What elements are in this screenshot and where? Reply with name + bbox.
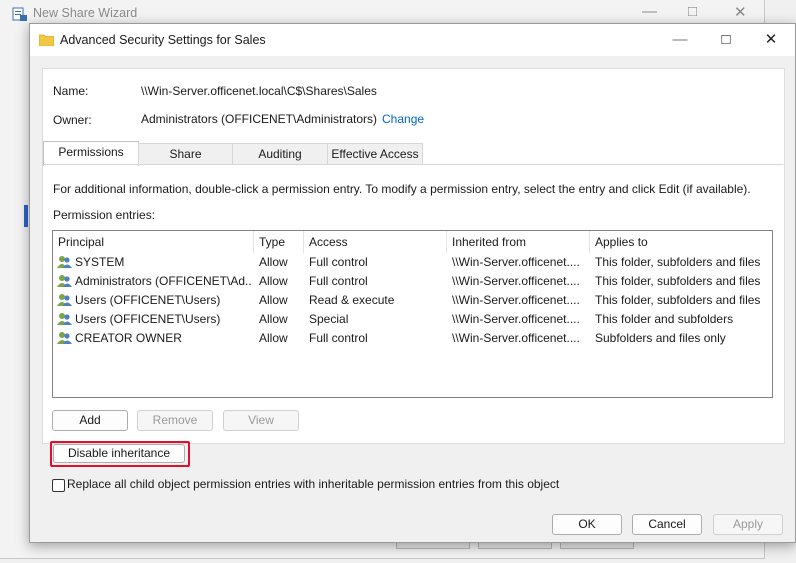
column-header-principal[interactable]: Principal [58,235,104,249]
tab-auditing[interactable]: Auditing [232,143,328,165]
cell-inherited: \\Win-Server.officenet.... [452,331,580,345]
advanced-security-dialog: Advanced Security Settings for Sales — □… [29,23,796,543]
folder-icon [39,34,54,46]
add-button[interactable]: Add [52,410,128,431]
table-row[interactable]: Administrators (OFFICENET\Ad... Allow Full… [53,272,772,291]
minimize-icon[interactable]: — [668,28,692,52]
background-window-title: New Share Wizard [33,6,138,20]
cell-type: Allow [259,274,288,288]
cell-type: Allow [259,312,288,326]
column-separator[interactable] [253,231,254,253]
column-separator[interactable] [446,231,447,253]
name-label: Name: [53,84,89,98]
cell-inherited: \\Win-Server.officenet.... [452,274,580,288]
permission-entries-label: Permission entries: [53,208,156,222]
table-row[interactable]: CREATOR OWNER Allow Full control \\Win-Serv… [53,329,772,348]
minimize-icon[interactable]: — [642,3,657,20]
change-owner-link[interactable]: Change [382,112,424,126]
tab-effective-access[interactable]: Effective Access [327,143,423,165]
cell-type: Allow [259,255,288,269]
column-header-type[interactable]: Type [259,235,285,249]
cell-inherited: \\Win-Server.officenet.... [452,293,580,307]
name-value: \\Win-Server.officenet.local\C$\Shares\S… [141,84,377,98]
cell-type: Allow [259,331,288,345]
maximize-icon[interactable]: □ [688,3,697,20]
cell-applies: This folder, subfolders and files [595,293,761,307]
column-header-access[interactable]: Access [309,235,348,249]
cell-access: Full control [309,274,368,288]
replace-child-permissions-checkbox[interactable] [52,479,65,492]
cell-principal: Users (OFFICENET\Users) [75,312,221,326]
cell-principal: SYSTEM [75,255,125,269]
user-group-icon [57,274,72,288]
cell-access: Full control [309,331,368,345]
column-separator[interactable] [303,231,304,253]
apply-button[interactable]: Apply [713,514,783,535]
view-button[interactable]: View [223,410,299,431]
cell-principal: CREATOR OWNER [75,331,182,345]
remove-button[interactable]: Remove [137,410,213,431]
wizard-icon [12,7,27,21]
cell-principal: Users (OFFICENET\Users) [75,293,221,307]
cancel-button[interactable]: Cancel [632,514,702,535]
owner-label: Owner: [53,113,92,127]
disable-inheritance-button[interactable]: Disable inheritance [53,444,185,463]
column-header-applies-to[interactable]: Applies to [595,235,648,249]
tab-divider [42,164,783,165]
owner-value: Administrators (OFFICENET\Administrators… [141,112,378,126]
cell-principal: Administrators (OFFICENET\Ad... [75,274,251,288]
cell-access: Full control [309,255,368,269]
cell-applies: Subfolders and files only [595,331,726,345]
cell-type: Allow [259,293,288,307]
user-group-icon [57,293,72,307]
info-text: For additional information, double-click… [53,182,751,196]
dialog-title: Advanced Security Settings for Sales [60,33,266,47]
tab-permissions[interactable]: Permissions [43,141,139,166]
user-group-icon [57,312,72,326]
cell-applies: This folder and subfolders [595,312,734,326]
background-selection-bar [24,205,28,227]
tab-share[interactable]: Share [138,143,233,165]
table-row[interactable]: Users (OFFICENET\Users) Allow Read & execu… [53,291,772,310]
user-group-icon [57,255,72,269]
replace-child-permissions-label: Replace all child object permission entr… [67,477,560,491]
close-icon[interactable]: ✕ [759,28,783,52]
cell-inherited: \\Win-Server.officenet.... [452,255,580,269]
close-icon[interactable]: ✕ [734,3,747,21]
user-group-icon [57,331,72,345]
table-row[interactable]: Users (OFFICENET\Users) Allow Special \\Win… [53,310,772,329]
ok-button[interactable]: OK [552,514,622,535]
cell-applies: This folder, subfolders and files [595,255,761,269]
table-row[interactable]: SYSTEM Allow Full control \\Win-Server.offi… [53,253,772,272]
cell-inherited: \\Win-Server.officenet.... [452,312,580,326]
cell-access: Read & execute [309,293,395,307]
column-separator[interactable] [589,231,590,253]
maximize-icon[interactable]: □ [714,28,738,52]
cell-applies: This folder, subfolders and files [595,274,761,288]
cell-access: Special [309,312,349,326]
column-header-inherited-from[interactable]: Inherited from [452,235,526,249]
permission-entries-list[interactable]: Principal Type Access Inherited from App… [52,230,773,398]
title-bar[interactable]: Advanced Security Settings for Sales — □… [30,24,795,56]
